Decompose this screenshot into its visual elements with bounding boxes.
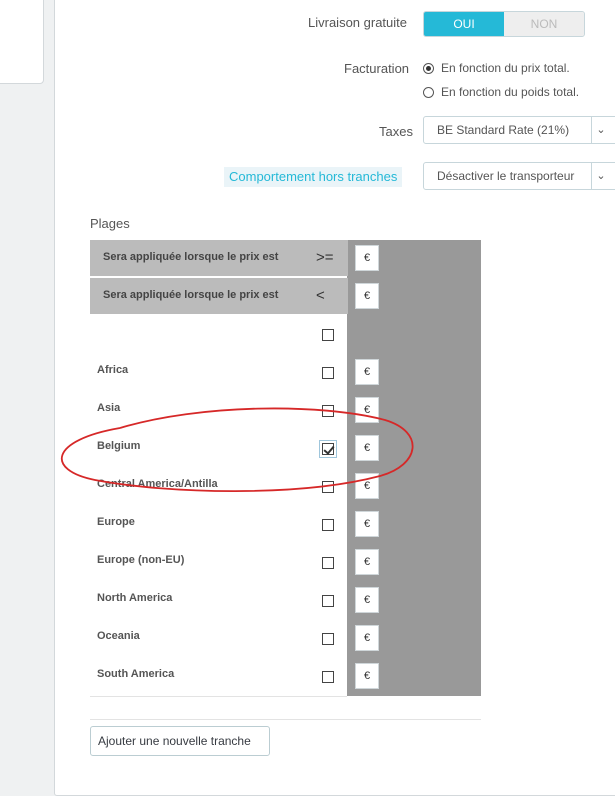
- zone-checkbox[interactable]: [322, 557, 334, 569]
- zone-row: Europe: [90, 506, 347, 545]
- zone-checkbox[interactable]: [322, 595, 334, 607]
- zone-price-input[interactable]: €: [355, 435, 379, 461]
- zone-price-input[interactable]: €: [355, 625, 379, 651]
- range-header-max-symbol: <: [316, 287, 325, 304]
- zone-name: South America: [97, 668, 175, 680]
- zone-name: Africa: [97, 364, 129, 376]
- out-of-range-label[interactable]: Comportement hors tranches: [224, 167, 403, 187]
- zone-checkbox[interactable]: [322, 671, 334, 683]
- toggle-yes[interactable]: OUI: [424, 12, 504, 36]
- zone-row: Asia: [90, 392, 347, 431]
- billing-option-price-label: En fonction du prix total.: [441, 61, 570, 75]
- zone-row: Africa: [90, 354, 347, 393]
- zone-price-input[interactable]: €: [355, 549, 379, 575]
- zone-checkbox[interactable]: [322, 519, 334, 531]
- ranges-bottom-divider: [90, 719, 481, 720]
- zone-row: Oceania: [90, 620, 347, 659]
- free-shipping-label: Livraison gratuite: [308, 15, 407, 30]
- zone-row: Europe (non-EU): [90, 544, 347, 583]
- billing-option-price[interactable]: En fonction du prix total.: [423, 61, 570, 75]
- billing-option-weight[interactable]: En fonction du poids total.: [423, 85, 579, 99]
- zone-row: South America: [90, 658, 347, 697]
- zone-row: Central America/Antilla: [90, 468, 347, 507]
- zone-checkbox[interactable]: [322, 405, 334, 417]
- zone-checkbox[interactable]: [322, 481, 334, 493]
- ranges-section-title: Plages: [90, 216, 130, 231]
- zone-price-input[interactable]: €: [355, 587, 379, 613]
- zone-price-input[interactable]: €: [355, 511, 379, 537]
- range-header-max: Sera appliquée lorsque le prix est <: [90, 278, 348, 314]
- left-panel: [0, 0, 44, 84]
- chevron-down-icon[interactable]: ⌄: [591, 163, 610, 189]
- range-header-min: Sera appliquée lorsque le prix est >=: [90, 240, 348, 276]
- add-range-button[interactable]: Ajouter une nouvelle tranche: [90, 726, 270, 756]
- zone-name: Oceania: [97, 630, 140, 642]
- out-of-range-select-value: Désactiver le transporteur: [437, 169, 575, 183]
- range-max-input[interactable]: €: [355, 283, 379, 309]
- zone-checkbox[interactable]: [322, 367, 334, 379]
- zone-price-input[interactable]: €: [355, 397, 379, 423]
- zone-price-input[interactable]: €: [355, 473, 379, 499]
- zone-checkbox[interactable]: [322, 633, 334, 645]
- zone-row-all: [90, 316, 347, 355]
- range-header-max-text: Sera appliquée lorsque le prix est: [103, 289, 279, 301]
- radio-checked-icon[interactable]: [423, 62, 434, 74]
- zone-name: North America: [97, 592, 173, 604]
- radio-unchecked-icon[interactable]: [423, 86, 434, 98]
- range-header-min-symbol: >=: [316, 249, 334, 266]
- zone-name: Europe: [97, 516, 135, 528]
- chevron-down-icon[interactable]: ⌄: [591, 117, 610, 143]
- zone-checkbox-checked[interactable]: [322, 443, 334, 455]
- toggle-no[interactable]: NON: [504, 12, 584, 36]
- zone-name: Central America/Antilla: [97, 478, 218, 490]
- zone-row: North America: [90, 582, 347, 621]
- zone-name: Europe (non-EU): [97, 554, 185, 566]
- zone-name: Asia: [97, 402, 121, 414]
- zone-row: Belgium: [90, 430, 347, 469]
- zone-checkbox[interactable]: [322, 329, 334, 341]
- out-of-range-select[interactable]: Désactiver le transporteur ⌄: [423, 162, 615, 190]
- free-shipping-toggle[interactable]: OUI NON: [423, 11, 585, 37]
- taxes-select-value: BE Standard Rate (21%): [437, 123, 570, 137]
- zone-name: Belgium: [97, 440, 141, 452]
- zone-price-input[interactable]: €: [355, 359, 379, 385]
- range-header-min-text: Sera appliquée lorsque le prix est: [103, 251, 279, 263]
- range-min-input[interactable]: €: [355, 245, 379, 271]
- billing-label: Facturation: [344, 61, 410, 76]
- zone-price-input[interactable]: €: [355, 663, 379, 689]
- billing-option-weight-label: En fonction du poids total.: [441, 85, 580, 99]
- taxes-label: Taxes: [379, 124, 413, 139]
- taxes-select[interactable]: BE Standard Rate (21%) ⌄: [423, 116, 615, 144]
